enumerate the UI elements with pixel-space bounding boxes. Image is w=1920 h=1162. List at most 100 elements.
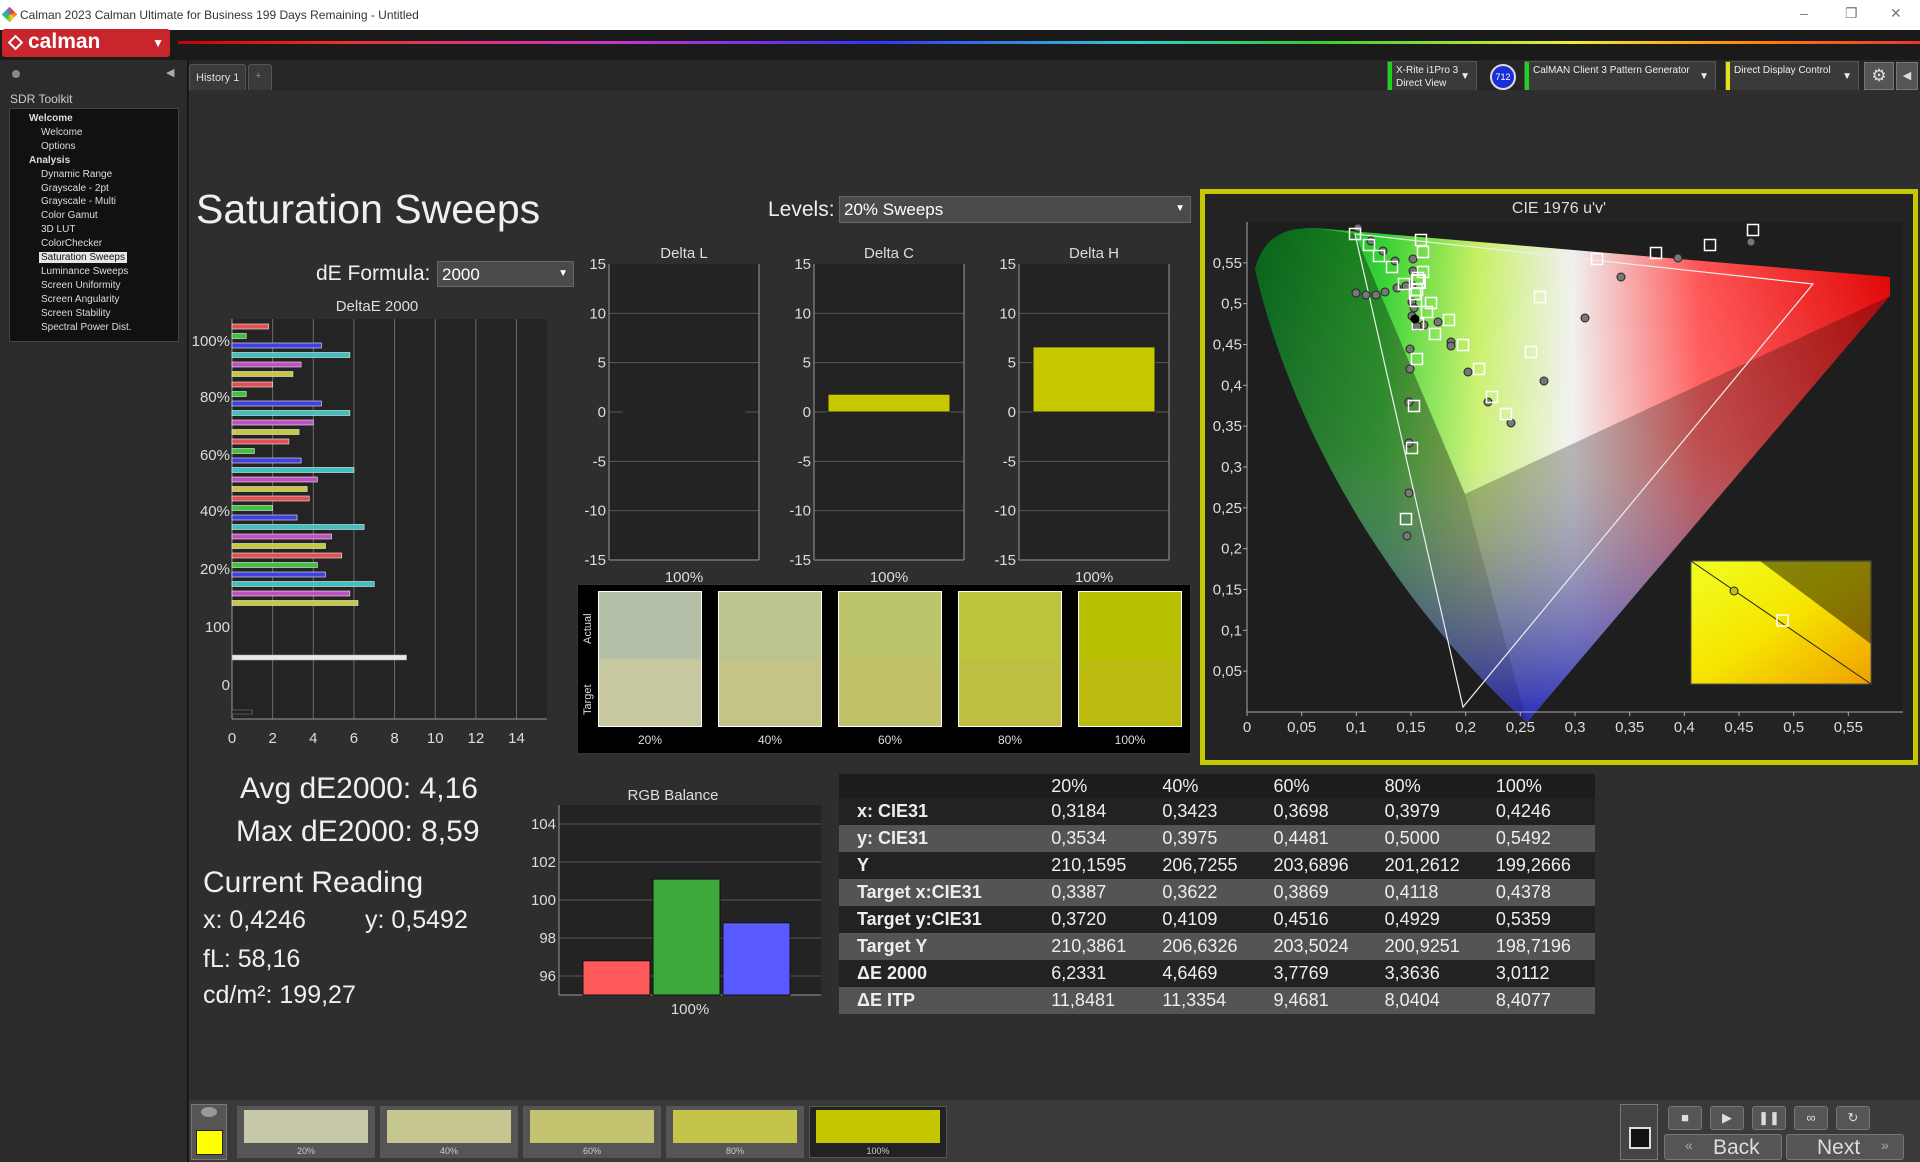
sidebar-item-screen-stability[interactable]: Screen Stability [41,308,110,319]
chevron-down-icon: ▼ [558,268,568,279]
deltae-x-tick: 4 [309,730,317,747]
formula-select[interactable]: 2000 ▼ [437,261,574,287]
pattern-generator-selector[interactable]: CalMAN Client 3 Pattern Generator ▼ [1524,61,1716,91]
deltae-bar-white [231,654,407,661]
table-cell: 3,3636 [1372,960,1484,987]
table-header: 40% [1150,774,1262,798]
deltae-y-label: 60% [200,447,230,464]
current-color-indicator[interactable] [191,1104,227,1160]
delta-y-tick: -10 [584,503,606,520]
tab-history-1[interactable]: History 1 [189,64,247,90]
rgb-y-tick: 102 [531,854,556,871]
sidebar-item-analysis[interactable]: Analysis [29,155,70,166]
cie-measured-point [1392,283,1402,293]
sidebar-item-luminance-sweeps[interactable]: Luminance Sweeps [41,266,128,277]
rgb-balance-chart: 104 102 100 98 96 100% [531,805,821,1018]
cie-measured-point [1673,253,1683,263]
deltae-bar [231,514,298,521]
meter-badge[interactable]: 712 [1490,64,1516,90]
meter-name: X-Rite i1Pro 3 [1396,65,1459,76]
table-cell: 210,1595 [1039,852,1151,879]
play-icon[interactable]: ▶ [1710,1106,1744,1130]
gear-icon[interactable]: ⚙ [1864,62,1894,90]
sidebar-item-welcome[interactable]: Welcome [29,113,73,124]
sidebar-item-grayscale-2pt[interactable]: Grayscale - 2pt [41,183,109,194]
sidebar-item-spectral-power-dist-[interactable]: Spectral Power Dist. [41,322,132,333]
cie-measured-point [1405,344,1415,354]
sidebar-item-grayscale-multi[interactable]: Grayscale - Multi [41,196,116,207]
patch-label: 80% [725,1146,744,1156]
display-control-selector[interactable]: Direct Display Control ▼ [1725,61,1859,91]
window-titlebar: Calman 2023 Calman Ultimate for Business… [0,0,1920,30]
delta-chart-title: Delta C [864,246,914,262]
stop-icon[interactable]: ■ [1668,1106,1702,1130]
delta-y-tick: -5 [1003,453,1016,470]
table-header [839,774,1040,798]
sidebar-item-dynamic-range[interactable]: Dynamic Range [41,169,112,180]
cie-x-tick: 0,55 [1834,719,1863,736]
deltae-bar [231,552,343,559]
close-button[interactable]: ✕ [1890,5,1902,22]
sidebar-item-3d-lut[interactable]: 3D LUT [41,224,75,235]
next-arrow-icon: » [1881,1137,1889,1153]
next-button[interactable]: Next » [1786,1134,1904,1160]
chevron-down-icon: ▼ [1460,71,1470,82]
sidebar-item-options[interactable]: Options [41,141,75,152]
table-cell: 3,7769 [1261,960,1373,987]
deltae-bar [231,400,322,407]
table-cell: 206,7255 [1150,852,1262,879]
meter-mode: Direct View [1396,78,1447,89]
swatch-pair [958,591,1062,727]
meter-device-selector[interactable]: X-Rite i1Pro 3 Direct View ▼ [1387,61,1477,91]
table-cell: 0,4109 [1150,906,1262,933]
sidebar-item-screen-uniformity[interactable]: Screen Uniformity [41,280,120,291]
swatch-label: 40% [757,733,783,747]
patch-swatch[interactable]: 20% [237,1106,375,1158]
loop-icon[interactable]: ∞ [1794,1106,1828,1130]
patch-swatch[interactable]: 40% [380,1106,518,1158]
back-label: Back [1713,1136,1760,1159]
deltae-y-label: 100 [205,619,230,636]
table-cell: 8,4077 [1483,987,1595,1014]
add-tab-button[interactable]: + [248,64,272,90]
row-label: ΔE ITP [839,987,1040,1014]
restore-button[interactable]: ❐ [1845,5,1858,22]
calman-menu-button[interactable]: calman ▼ [2,29,170,57]
patch-swatch[interactable]: 80% [666,1106,804,1158]
patch-swatch[interactable]: 60% [523,1106,661,1158]
actual-label: Actual [582,613,594,645]
table-cell: 0,4929 [1372,906,1484,933]
sidebar-item-colorchecker[interactable]: ColorChecker [41,238,102,249]
app-icon [1,6,18,23]
sidebar-item-screen-angularity[interactable]: Screen Angularity [41,294,119,305]
stop-measure-button[interactable] [1620,1104,1658,1160]
table-cell: 198,7196 [1483,933,1595,960]
pause-icon[interactable]: ❚❚ [1752,1106,1786,1130]
patch-swatch[interactable]: 100% [809,1106,947,1158]
sidebar-item-welcome[interactable]: Welcome [41,127,83,138]
table-header: 60% [1261,774,1373,798]
row-label: Y [839,852,1040,879]
cie-y-tick: 0,3 [1221,459,1242,476]
table-cell: 11,3354 [1150,987,1262,1014]
refresh-icon[interactable]: ↻ [1836,1106,1870,1130]
collapse-sidebar-icon[interactable]: ◀ [166,66,174,79]
table-cell: 206,6326 [1150,933,1262,960]
collapse-right-icon[interactable]: ◀ [1896,62,1918,90]
back-button[interactable]: « Back [1664,1134,1782,1160]
deltae-bar [231,352,351,358]
back-arrow-icon: « [1685,1137,1693,1153]
delta-chart-title: Delta H [1069,246,1119,262]
cie-x-tick: 0,3 [1565,719,1586,736]
rgb-y-tick: 100 [531,892,556,909]
workflow-tree: Welcome Welcome Options Analysis Dynamic Ran… [9,108,179,342]
table-row: x: CIE31 0,3184 0,3423 0,3698 0,3979 0,4246 [839,798,1595,825]
minimize-button[interactable]: – [1800,5,1808,21]
rgb-bar-red [582,960,651,996]
levels-select[interactable]: 20% Sweeps ▼ [839,196,1191,223]
cie-measured-point [1433,317,1443,327]
pin-icon[interactable] [12,70,20,78]
sidebar-item-saturation-sweeps[interactable]: Saturation Sweeps [39,252,127,263]
delta-lch-charts: Delta L 15 10 5 0 -5 -10 -15 100% Delta C 15 10 5 0 -5… [584,246,1170,582]
sidebar-item-color-gamut[interactable]: Color Gamut [41,210,98,221]
